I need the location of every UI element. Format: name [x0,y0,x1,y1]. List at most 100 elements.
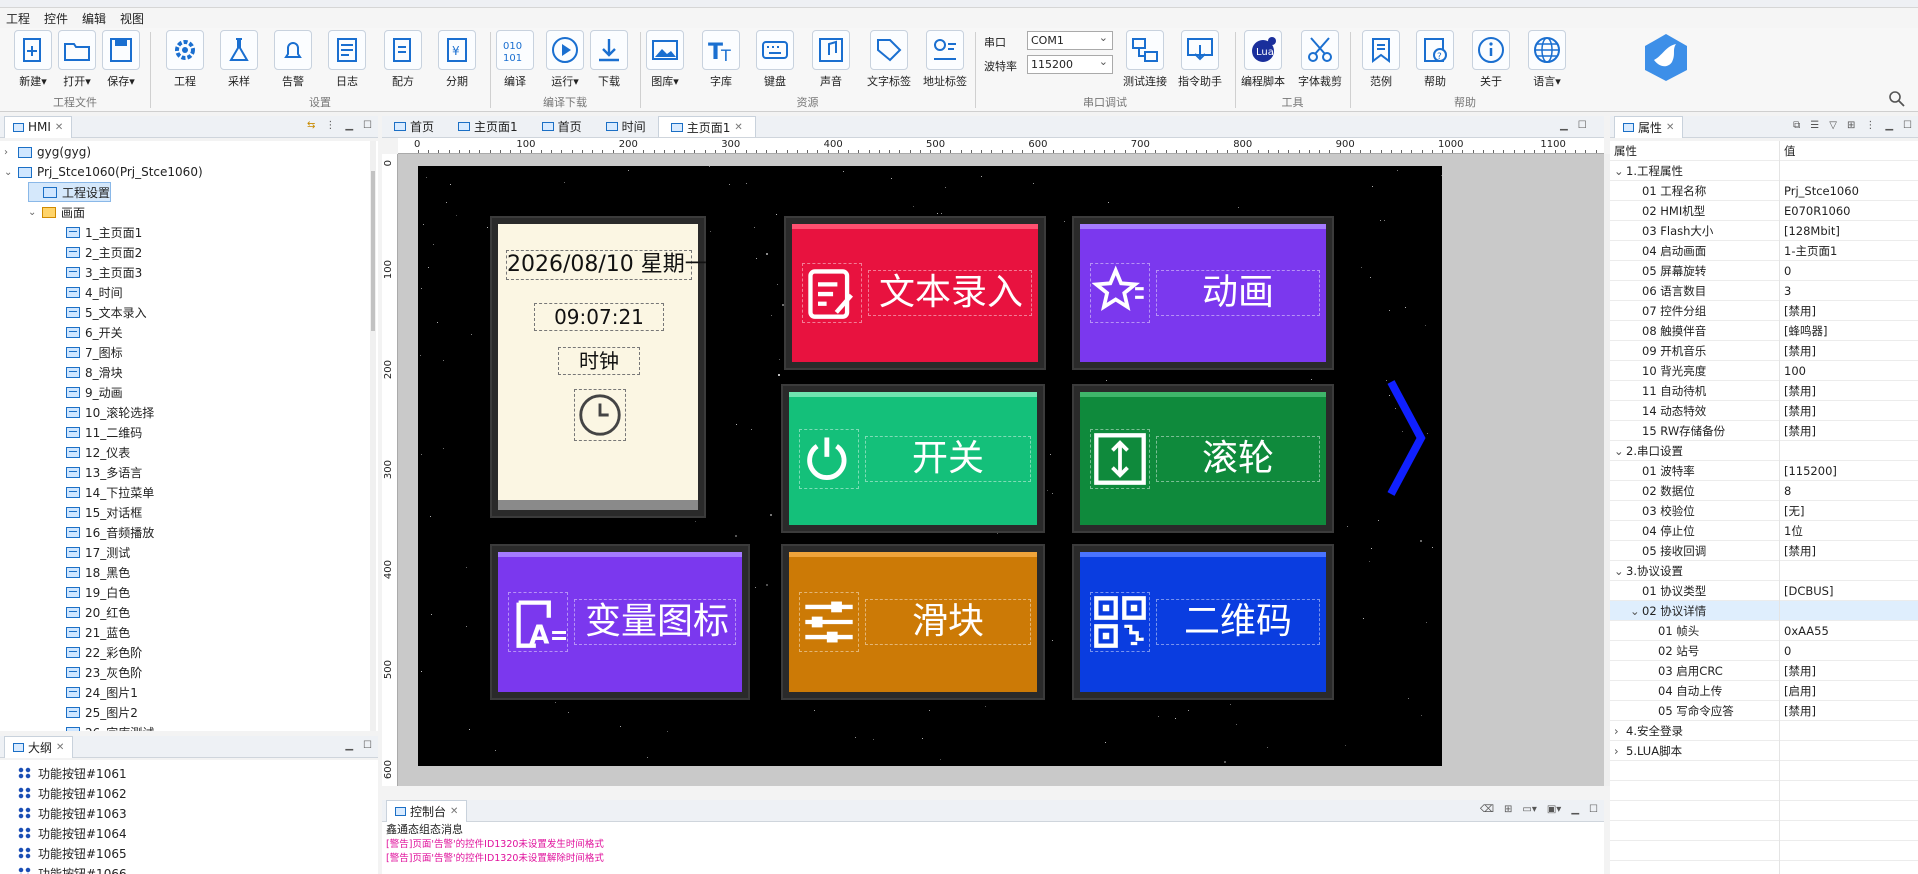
property-section[interactable]: ⌄ 1.工程属性 [1610,160,1918,181]
ribbon-button-test-connection[interactable]: 测试连接 [1120,30,1170,92]
tree-item[interactable]: ⌄ Prj_Stce1060(Prj_Stce1060) [4,162,203,182]
tree-item[interactable]: 4_时间 [52,282,123,302]
maximize-icon[interactable]: ☐ [1578,120,1587,131]
property-value[interactable]: 1-主页面1 [1780,243,1837,259]
function-button-card[interactable]: 开关 [783,386,1043,531]
tree-item[interactable]: 6_开关 [52,322,123,342]
ribbon-button-installment[interactable]: ¥ 分期 [432,30,482,92]
minimize-icon[interactable]: ▁ [1885,120,1893,131]
property-section[interactable]: › 4.安全登录 [1610,720,1918,741]
close-icon[interactable]: ✕ [55,122,63,133]
property-section[interactable]: ⌄ 3.协议设置 [1610,560,1918,581]
minimize-icon[interactable]: ▁ [345,120,353,131]
tree-item[interactable]: ⌄ 画面 [28,202,85,222]
property-value[interactable]: 8 [1780,484,1791,498]
categories-icon[interactable]: ☰ [1810,120,1819,131]
property-row[interactable]: 04 启动画面 1-主页面1 [1610,240,1918,261]
minimize-icon[interactable]: ▁ [345,740,353,751]
tree-scrollbar[interactable] [370,141,376,731]
outline-item[interactable]: 功能按钮#1066 [18,863,127,874]
search-icon[interactable] [1888,90,1906,108]
property-value[interactable]: [蜂鸣器] [1780,323,1827,339]
ribbon-button-run[interactable]: 运行▾ [540,30,590,92]
expand-toggle-icon[interactable]: ⌄ [1614,164,1626,178]
tree-item[interactable]: 1_主页面1 [52,222,142,242]
tree-item[interactable]: 20_红色 [52,602,130,622]
tree-item[interactable]: 3_主页面3 [52,262,142,282]
property-row[interactable]: 15 RW存储备份 [禁用] [1610,420,1918,441]
minimize-icon[interactable]: ▁ [1560,120,1568,131]
property-value[interactable]: Prj_Stce1060 [1780,184,1859,198]
function-button-card[interactable]: 二维码 [1074,546,1332,698]
property-section[interactable]: ⌄ 2.串口设置 [1610,440,1918,461]
tree-item[interactable]: 8_滑块 [52,362,123,382]
property-value[interactable]: [禁用] [1780,403,1816,419]
property-row[interactable]: 05 写命令应答 [禁用] [1610,700,1918,721]
ribbon-button-keyboard[interactable]: 键盘 [750,30,800,92]
expand-toggle-icon[interactable]: › [1614,724,1626,738]
ribbon-button-project-gear[interactable]: 工程 [160,30,210,92]
tree-item[interactable]: 工程设置 [28,182,112,202]
expand-toggle-icon[interactable]: › [1614,744,1626,758]
ribbon-button-new-file[interactable]: 新建▾ [8,30,58,92]
function-button-card[interactable]: A= 变量图标 [492,546,748,698]
tree-item[interactable]: 7_图标 [52,342,123,362]
property-section[interactable]: › 5.LUA脚本 [1610,740,1918,761]
ribbon-button-sample-flask[interactable]: 采样 [214,30,264,92]
tree-item[interactable]: 10_滚轮选择 [52,402,154,422]
expand-toggle-icon[interactable]: ⌄ [1614,564,1626,578]
menu-dots-icon[interactable]: ⋮ [325,120,335,131]
tree-item[interactable]: 26_字库测试 [52,722,154,731]
tree-item[interactable]: 11_二维码 [52,422,142,442]
property-row[interactable]: 08 触摸伴音 [蜂鸣器] [1610,320,1918,341]
filter-icon[interactable]: ▽ [1829,120,1837,131]
editor-tab[interactable]: 时间 [594,116,658,137]
property-row[interactable]: 05 接收回调 [禁用] [1610,540,1918,561]
expand-toggle-icon[interactable]: ⌄ [28,207,42,218]
tree-item[interactable]: 19_白色 [52,582,130,602]
advanced-icon[interactable]: ⊞ [1847,120,1855,131]
editor-tab[interactable]: 主页面1 ✕ [657,116,756,137]
property-value[interactable]: [禁用] [1780,663,1816,679]
menu-item-0[interactable]: 工程 [6,10,30,27]
property-value[interactable]: 0 [1780,644,1791,658]
tree-item[interactable]: 13_多语言 [52,462,142,482]
close-icon[interactable]: ✕ [56,742,64,753]
property-value[interactable]: [禁用] [1780,383,1816,399]
ribbon-button-open-folder[interactable]: 打开▾ [52,30,102,92]
ribbon-button-sound[interactable]: 声音 [806,30,856,92]
link-editor-icon[interactable]: ⇆ [307,120,315,131]
property-row[interactable]: 04 停止位 1位 [1610,520,1918,541]
editor-tab[interactable]: 主页面1 [446,116,530,137]
maximize-icon[interactable]: ☐ [1589,804,1598,815]
expand-toggle-icon[interactable]: ⌄ [1614,444,1626,458]
tree-item[interactable]: 9_动画 [52,382,123,402]
outline-item[interactable]: 功能按钮#1064 [18,823,127,843]
display-console-icon[interactable]: ▭▾ [1522,804,1536,815]
property-value[interactable]: [128Mbit] [1780,224,1840,238]
property-row[interactable]: 05 屏幕旋转 0 [1610,260,1918,281]
clock-card[interactable]: 2026/08/10 星期一 09:07:21 时钟 [492,218,707,516]
tree-item[interactable]: 21_蓝色 [52,622,130,642]
property-row[interactable]: 03 校验位 [无] [1610,500,1918,521]
property-value[interactable]: [禁用] [1780,303,1816,319]
close-icon[interactable]: ✕ [734,122,742,133]
expand-toggle-icon[interactable]: ⌄ [4,167,18,178]
menu-item-1[interactable]: 控件 [44,10,68,27]
outline-item[interactable]: 功能按钮#1063 [18,803,127,823]
outline-item[interactable]: 功能按钮#1061 [18,763,127,783]
property-value[interactable]: [禁用] [1780,703,1816,719]
property-row[interactable]: 03 启用CRC [禁用] [1610,660,1918,681]
tab-outline[interactable]: 大纲 ✕ [4,735,74,758]
tree-item[interactable]: › gyg(gyg) [4,142,91,162]
next-page-arrow-icon[interactable] [1383,378,1433,498]
ribbon-button-example[interactable]: 范例 [1356,30,1406,92]
tree-item[interactable]: 15_对话框 [52,502,142,522]
expand-toggle-icon[interactable]: ⌄ [1630,604,1642,618]
minimize-icon[interactable]: ▁ [1571,804,1579,815]
tree-item[interactable]: 17_测试 [52,542,130,562]
ribbon-button-text-tag[interactable]: 文字标签 [864,30,914,92]
ribbon-button-recipe[interactable]: 配方 [378,30,428,92]
ribbon-button-command-helper[interactable]: 指令助手 [1175,30,1225,92]
tree-item[interactable]: 2_主页面2 [52,242,142,262]
